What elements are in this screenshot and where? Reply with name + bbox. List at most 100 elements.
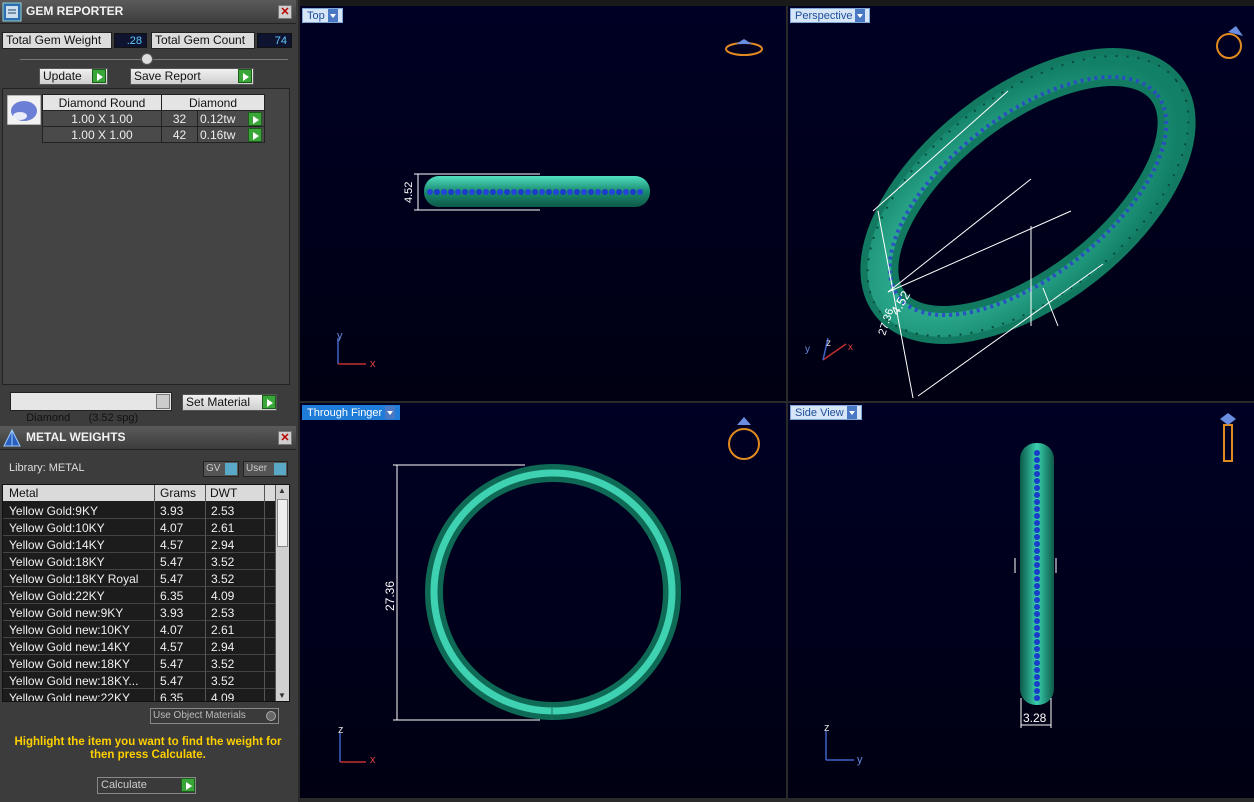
- metal-row[interactable]: Yellow Gold:18KY 5.47 3.52: [3, 553, 275, 570]
- chevron-down-icon[interactable]: [156, 394, 170, 409]
- metal-name: Yellow Gold new:18KY: [9, 657, 130, 671]
- viewport-through-finger-label[interactable]: Through Finger: [302, 405, 401, 420]
- metal-row[interactable]: Yellow Gold:22KY 6.35 4.09: [3, 587, 275, 604]
- update-button-label: Update: [43, 69, 82, 83]
- metal-name: Yellow Gold new:9KY: [9, 606, 124, 620]
- use-object-materials-button[interactable]: Use Object Materials: [150, 708, 279, 724]
- metal-row[interactable]: Yellow Gold:10KY 4.07 2.61: [3, 519, 275, 536]
- save-report-button[interactable]: Save Report: [130, 68, 254, 85]
- set-material-go-icon[interactable]: [262, 395, 276, 409]
- chevron-down-icon: [385, 406, 396, 419]
- axis-gizmo: z y x: [805, 337, 853, 361]
- calculate-go-icon[interactable]: [181, 778, 195, 792]
- viewport-top[interactable]: 4.52 y x Top: [300, 6, 786, 401]
- metal-weights-header: METAL WEIGHTS ✕: [0, 426, 296, 450]
- diamond-round-icon: [7, 95, 41, 125]
- gem-col-type: Diamond: [161, 94, 265, 111]
- metal-dwt: 2.61: [211, 623, 235, 637]
- metal-row[interactable]: Yellow Gold new:22KY 6.35 4.09: [3, 689, 275, 702]
- viewport-top-label[interactable]: Top: [302, 8, 343, 23]
- viewport-perspective[interactable]: 4.52 27.36 z y x Perspective: [788, 6, 1254, 401]
- metal-dwt: 2.94: [211, 640, 235, 654]
- side-view-scene: 3.28 z y: [824, 413, 1236, 766]
- metal-weights-title: METAL WEIGHTS: [26, 430, 126, 444]
- metal-dwt: 2.94: [211, 538, 235, 552]
- gem-row-go-icon[interactable]: [248, 128, 262, 142]
- metal-dwt: 3.52: [211, 674, 235, 688]
- metal-row[interactable]: Yellow Gold new:18KY... 5.47 3.52: [3, 672, 275, 689]
- metal-row[interactable]: Yellow Gold new:14KY 4.57 2.94: [3, 638, 275, 655]
- metal-name: Yellow Gold:18KY Royal: [9, 572, 139, 586]
- scroll-up-icon[interactable]: ▲: [278, 486, 286, 495]
- top-dimension: 4.52: [403, 182, 415, 203]
- metal-dwt: 3.52: [211, 555, 235, 569]
- axis-gizmo: y x: [337, 330, 376, 370]
- viewport-perspective-label[interactable]: Perspective: [790, 8, 871, 23]
- finger-orientation-ring-icon: [728, 417, 760, 460]
- viewport-side-view-label[interactable]: Side View: [790, 405, 862, 420]
- save-report-button-label: Save Report: [134, 69, 201, 83]
- scroll-down-icon[interactable]: ▼: [278, 691, 286, 700]
- save-report-go-icon[interactable]: [238, 69, 252, 83]
- metal-grams: 5.47: [160, 657, 184, 671]
- metal-name: Yellow Gold:9KY: [9, 504, 98, 518]
- gem-row-top: [427, 189, 643, 195]
- through-finger-scene: 27.36 z x: [338, 417, 760, 766]
- metal-grams: 4.57: [160, 640, 184, 654]
- metal-row[interactable]: Yellow Gold:14KY 4.57 2.94: [3, 536, 275, 553]
- metal-weights-close-button[interactable]: ✕: [278, 431, 292, 445]
- scroll-thumb[interactable]: [277, 499, 288, 547]
- col-metal: Metal: [9, 486, 39, 500]
- gem-row[interactable]: 1.00 X 1.00 42 0.16tw: [42, 126, 265, 143]
- gem-table: Diamond Round Diamond 1.00 X 1.00 32 0.1…: [42, 94, 265, 143]
- metal-name: Yellow Gold new:10KY: [9, 623, 130, 637]
- viewport-through-finger[interactable]: 27.36 z x Through Finger: [300, 403, 786, 798]
- chevron-down-icon: [855, 9, 866, 22]
- metal-name: Yellow Gold:14KY: [9, 538, 105, 552]
- metal-name: Yellow Gold new:22KY: [9, 691, 130, 702]
- metal-grams: 6.35: [160, 589, 184, 603]
- info-icon: [274, 463, 286, 475]
- finger-dimension: 27.36: [383, 581, 397, 611]
- metal-weights-icon: [3, 428, 21, 447]
- radio-icon: [266, 711, 276, 721]
- update-go-icon[interactable]: [92, 69, 106, 83]
- svg-text:z: z: [338, 724, 344, 736]
- gem-row-go-icon[interactable]: [248, 112, 262, 126]
- set-material-label: Set Material: [186, 395, 251, 409]
- svg-text:z: z: [824, 722, 830, 734]
- gem-reporter-icon: [2, 2, 22, 22]
- metal-dwt: 4.09: [211, 589, 235, 603]
- gv-toggle[interactable]: GV: [203, 461, 239, 477]
- info-icon: [225, 463, 237, 475]
- metal-grams: 6.35: [160, 691, 184, 702]
- chevron-down-icon: [327, 9, 338, 22]
- hint-text: Highlight the item you want to find the …: [14, 736, 282, 761]
- gem-reporter-title: GEM REPORTER: [26, 4, 124, 18]
- metal-row[interactable]: Yellow Gold:18KY Royal 5.47 3.52: [3, 570, 275, 587]
- axis-gizmo: z x: [338, 724, 376, 766]
- metal-row[interactable]: Yellow Gold:9KY 3.93 2.53: [3, 502, 275, 519]
- splitter-handle[interactable]: [141, 53, 153, 65]
- viewport-side-view[interactable]: 3.28 z y Side View: [788, 403, 1254, 798]
- metal-row[interactable]: Yellow Gold new:10KY 4.07 2.61: [3, 621, 275, 638]
- gem-row[interactable]: 1.00 X 1.00 32 0.12tw: [42, 110, 265, 127]
- side-orientation-ring-icon: [1220, 413, 1236, 462]
- gem-count: 32: [161, 110, 198, 127]
- top-orientation-ring-icon: [725, 39, 763, 56]
- panel-splitter: [20, 59, 288, 60]
- metal-row[interactable]: Yellow Gold new:9KY 3.93 2.53: [3, 604, 275, 621]
- gem-reporter-close-button[interactable]: ✕: [278, 5, 292, 19]
- svg-text:y: y: [337, 330, 343, 342]
- metal-grams: 3.93: [160, 504, 184, 518]
- metal-row[interactable]: Yellow Gold new:18KY 5.47 3.52: [3, 655, 275, 672]
- gem-reporter-header: GEM REPORTER ✕: [0, 0, 296, 24]
- metal-table-scrollbar[interactable]: ▲ ▼: [275, 485, 289, 701]
- total-gem-count-value: 74: [257, 33, 292, 48]
- metal-dwt: 3.52: [211, 657, 235, 671]
- metal-table-header: Metal Grams DWT: [3, 485, 275, 501]
- user-toggle[interactable]: User: [243, 461, 288, 477]
- material-select[interactable]: Diamond (3.52 spg): [10, 392, 172, 424]
- use-object-materials-label: Use Object Materials: [153, 710, 246, 721]
- metal-grams: 4.07: [160, 623, 184, 637]
